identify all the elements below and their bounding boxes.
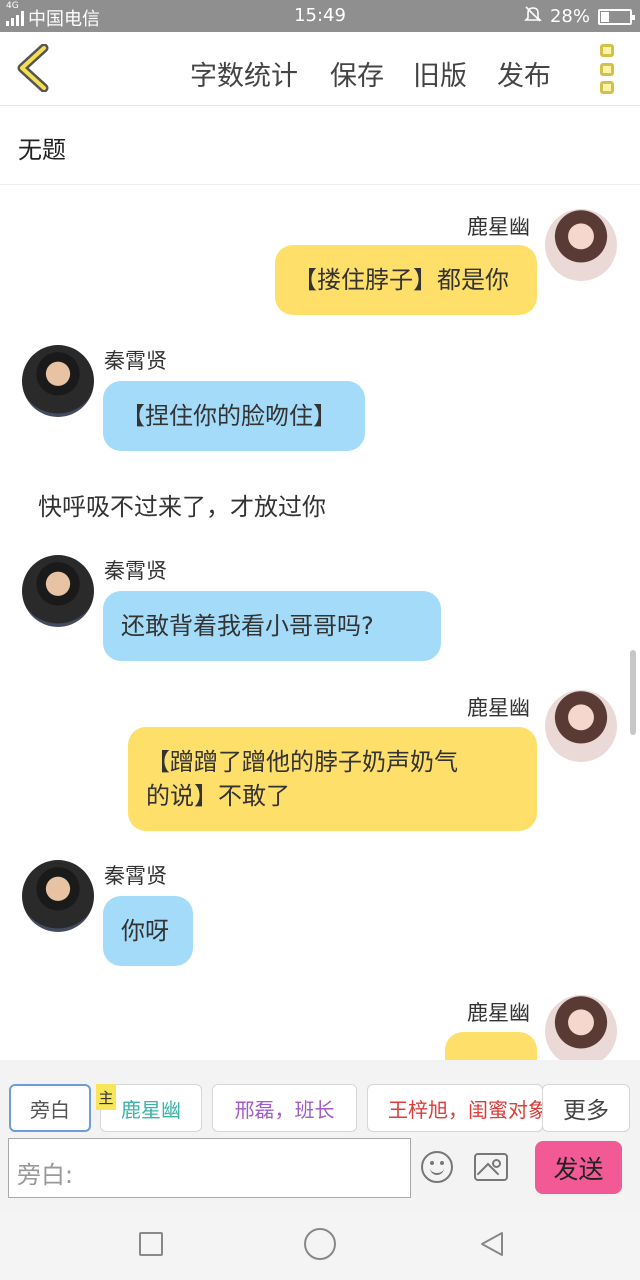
message-bubble[interactable]: 你呀 xyxy=(103,896,193,966)
message-line: 【蹭蹭了蹭他的脖子奶声奶气 xyxy=(146,748,458,776)
speaker-name: 秦霄贤 xyxy=(104,349,167,373)
host-badge: 主 xyxy=(96,1084,116,1110)
message-bubble[interactable]: 还敢背着我看小哥哥吗? xyxy=(103,591,441,661)
avatar[interactable] xyxy=(545,690,617,762)
more-roles-button[interactable]: 更多 xyxy=(542,1084,630,1132)
document-title[interactable]: 无题 xyxy=(18,130,66,165)
publish-button[interactable]: 发布 xyxy=(497,54,551,93)
message-line: 的说】不敢了 xyxy=(146,782,290,810)
avatar[interactable] xyxy=(22,860,94,932)
avatar[interactable] xyxy=(545,209,617,281)
send-button[interactable]: 发送 xyxy=(535,1141,622,1194)
title-row[interactable]: 无题 xyxy=(0,106,640,185)
speaker-name: 鹿星幽 xyxy=(467,696,530,720)
emoji-icon[interactable] xyxy=(421,1151,453,1183)
chat-area[interactable]: 鹿星幽 【搂住脖子】都是你 秦霄贤 【捏住你的脸吻住】 快呼吸不过来了，才放过你… xyxy=(0,185,640,1060)
message-bubble[interactable]: 【搂住脖子】都是你 xyxy=(275,245,537,315)
role-selector-bar: 旁白 鹿星幽 主 邢磊，班长 王梓旭，闺蜜对象 更多 xyxy=(0,1060,640,1138)
save-button[interactable]: 保存 xyxy=(330,54,384,93)
battery-icon xyxy=(598,8,635,25)
battery-percent: 28% xyxy=(549,6,590,27)
chevron-left-icon xyxy=(17,43,49,93)
role-button-3[interactable]: 王梓旭，闺蜜对象 xyxy=(367,1084,543,1132)
status-bar: 4G 中国电信 15:49 28% xyxy=(0,0,640,32)
recent-apps-icon[interactable] xyxy=(139,1232,163,1256)
speaker-name: 鹿星幽 xyxy=(467,1001,530,1025)
more-menu-icon[interactable] xyxy=(600,44,616,94)
word-count-button[interactable]: 字数统计 xyxy=(190,54,298,93)
role-button-2[interactable]: 邢磊，班长 xyxy=(212,1084,357,1132)
role-narration-button[interactable]: 旁白 xyxy=(9,1084,91,1132)
back-button[interactable] xyxy=(14,43,54,93)
back-triangle-icon[interactable] xyxy=(478,1230,506,1258)
bell-muted-icon xyxy=(524,5,542,28)
input-row: 旁白: 发送 xyxy=(0,1138,640,1210)
system-nav-bar xyxy=(0,1210,640,1280)
message-bubble[interactable] xyxy=(445,1032,537,1060)
image-icon[interactable] xyxy=(474,1153,508,1181)
message-bubble[interactable]: 【捏住你的脸吻住】 xyxy=(103,381,365,451)
message-input[interactable]: 旁白: xyxy=(8,1138,411,1198)
avatar[interactable] xyxy=(22,555,94,627)
narration-text[interactable]: 快呼吸不过来了，才放过你 xyxy=(38,487,326,522)
old-version-button[interactable]: 旧版 xyxy=(413,54,467,93)
message-bubble[interactable]: 【蹭蹭了蹭他的脖子奶声奶气 的说】不敢了 xyxy=(128,727,537,831)
speaker-name: 鹿星幽 xyxy=(467,215,530,239)
home-icon[interactable] xyxy=(304,1228,336,1260)
avatar[interactable] xyxy=(545,995,617,1060)
battery-fill xyxy=(601,11,609,22)
editor-toolbar: 字数统计 保存 旧版 发布 xyxy=(0,32,640,106)
scrollbar[interactable] xyxy=(630,650,636,735)
status-right: 28% xyxy=(524,5,635,28)
avatar[interactable] xyxy=(22,345,94,417)
speaker-name: 秦霄贤 xyxy=(104,559,167,583)
speaker-name: 秦霄贤 xyxy=(104,864,167,888)
